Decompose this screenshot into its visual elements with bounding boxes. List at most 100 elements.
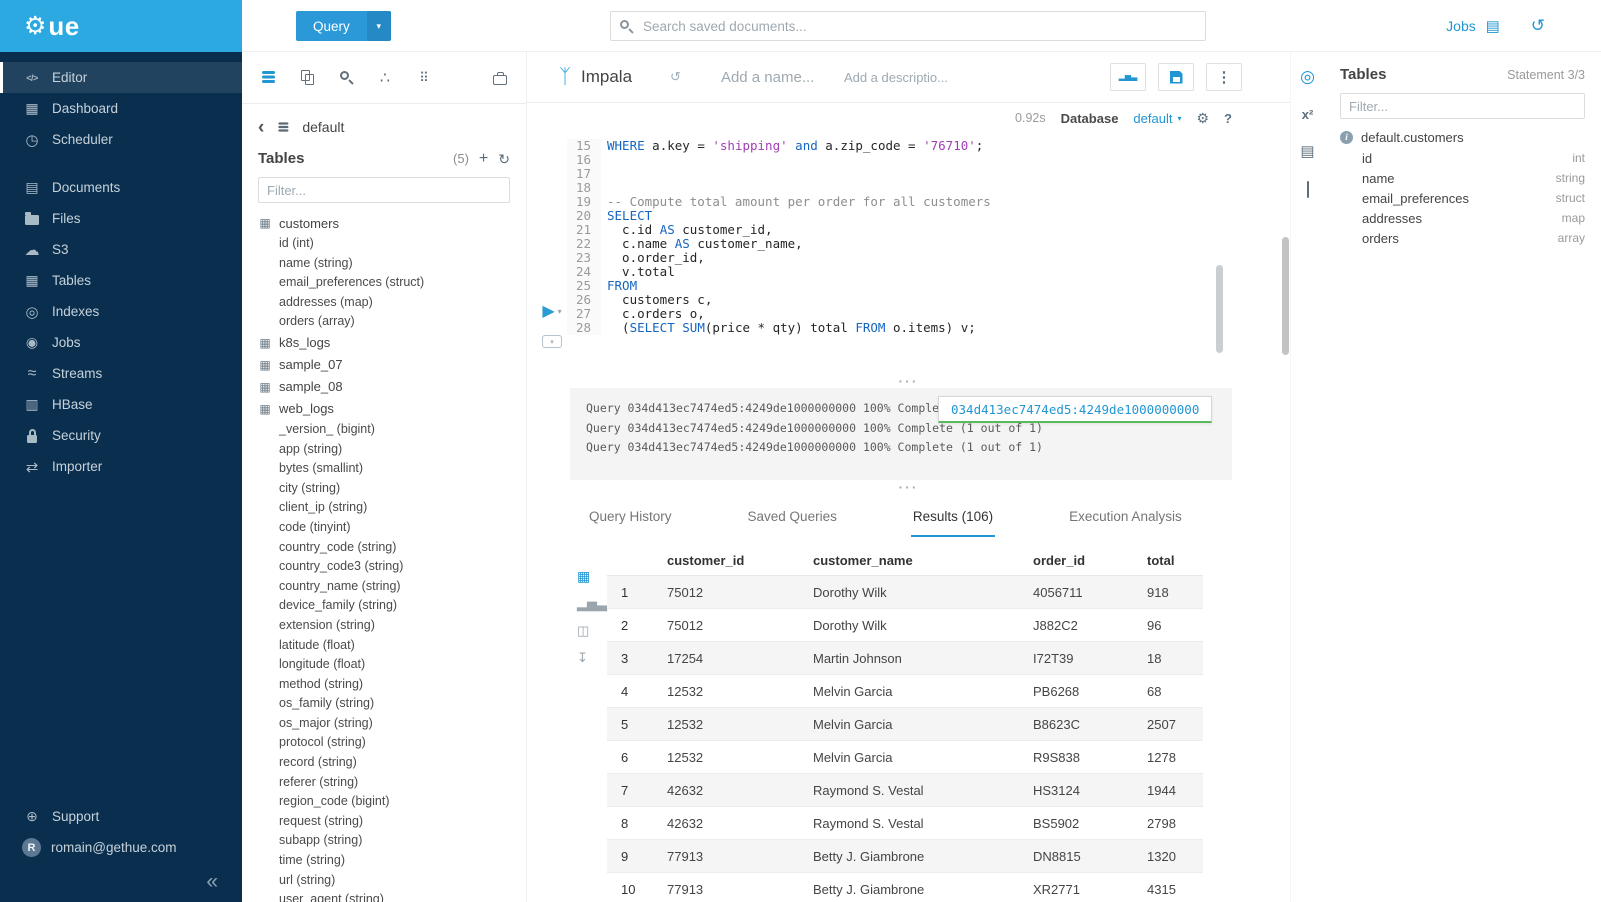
column-item[interactable]: orders (array) bbox=[258, 312, 510, 332]
schedule-calendar-icon[interactable] bbox=[1307, 182, 1309, 197]
column-item[interactable]: addresses (map) bbox=[258, 293, 510, 313]
column-item[interactable]: user_agent (string) bbox=[258, 890, 510, 902]
settings-gear-icon[interactable]: ⚙ bbox=[1196, 110, 1209, 127]
execute-button[interactable]: ▶▾ bbox=[542, 304, 561, 320]
table-item-k8s-logs[interactable]: ▦k8s_logs bbox=[258, 332, 510, 354]
new-query-button[interactable]: Query ▾ bbox=[296, 11, 391, 41]
column-item[interactable]: bytes (smallint) bbox=[258, 459, 510, 479]
tab-execution-analysis[interactable]: Execution Analysis bbox=[1067, 500, 1184, 537]
column-item[interactable]: longitude (float) bbox=[258, 655, 510, 675]
column-item[interactable]: region_code (bigint) bbox=[258, 792, 510, 812]
right-column-addresses[interactable]: addressesmap bbox=[1340, 208, 1585, 228]
table-row[interactable]: 275012Dorothy WilkJ882C296 bbox=[607, 609, 1203, 642]
table-row[interactable]: 612532Melvin GarciaR9S8381278 bbox=[607, 741, 1203, 774]
language-reference-icon[interactable]: ▤ bbox=[1300, 144, 1314, 159]
table-item-sample-07[interactable]: ▦sample_07 bbox=[258, 354, 510, 376]
column-header-order-id[interactable]: order_id bbox=[1023, 545, 1137, 576]
right-column-id[interactable]: idint bbox=[1340, 148, 1585, 168]
table-row[interactable]: 842632Raymond S. VestalBS59022798 bbox=[607, 807, 1203, 840]
databases-icon[interactable] bbox=[258, 70, 278, 86]
execute-options-caret-icon[interactable]: ▾ bbox=[558, 308, 562, 316]
sidebar-item-tables[interactable]: ▦Tables bbox=[0, 265, 242, 296]
column-item[interactable]: country_code (string) bbox=[258, 538, 510, 558]
table-filter-input[interactable] bbox=[258, 177, 510, 203]
documents-copy-icon[interactable] bbox=[297, 70, 317, 86]
sidebar-item-editor[interactable]: </>Editor bbox=[0, 62, 242, 93]
column-header-customer-id[interactable]: customer_id bbox=[657, 545, 803, 576]
right-column-email-preferences[interactable]: email_preferencesstruct bbox=[1340, 188, 1585, 208]
assistant-target-icon[interactable]: ◎ bbox=[1300, 68, 1315, 85]
sidebar-item-scheduler[interactable]: ◷Scheduler bbox=[0, 124, 242, 155]
table-row[interactable]: 175012Dorothy Wilk4056711918 bbox=[607, 576, 1203, 609]
grid-view-icon[interactable]: ▦ bbox=[577, 569, 590, 583]
column-item[interactable]: latitude (float) bbox=[258, 636, 510, 656]
column-item[interactable]: id (int) bbox=[258, 234, 510, 254]
columns-view-icon[interactable]: ◫ bbox=[577, 624, 589, 637]
column-item[interactable]: country_code3 (string) bbox=[258, 557, 510, 577]
table-item-web-logs[interactable]: ▦web_logs bbox=[258, 398, 510, 420]
column-item[interactable]: name (string) bbox=[258, 254, 510, 274]
active-table-item[interactable]: i default.customers bbox=[1340, 126, 1585, 148]
code-editor[interactable]: 15WHERE a.key = 'shipping' and a.zip_cod… bbox=[567, 139, 1290, 335]
column-item[interactable]: code (tinyint) bbox=[258, 518, 510, 538]
resize-handle-top[interactable] bbox=[527, 374, 1290, 388]
help-icon[interactable]: ? bbox=[1224, 111, 1232, 126]
table-row[interactable]: 317254Martin JohnsonI72T3918 bbox=[607, 642, 1203, 675]
column-item[interactable]: email_preferences (struct) bbox=[258, 273, 510, 293]
jobs-link[interactable]: Jobs ▤ bbox=[1446, 18, 1503, 34]
info-icon[interactable]: i bbox=[1340, 131, 1353, 144]
column-item[interactable]: device_family (string) bbox=[258, 596, 510, 616]
back-chevron-icon[interactable]: ‹ bbox=[258, 118, 264, 137]
column-item[interactable]: protocol (string) bbox=[258, 733, 510, 753]
right-column-orders[interactable]: ordersarray bbox=[1340, 228, 1585, 248]
sidebar-item-streams[interactable]: ≈Streams bbox=[0, 358, 242, 389]
database-select[interactable]: default ▾ bbox=[1133, 111, 1181, 126]
column-item[interactable]: record (string) bbox=[258, 753, 510, 773]
sidebar-item-documents[interactable]: ▤Documents bbox=[0, 172, 242, 203]
sidebar-item-dashboard[interactable]: ▦Dashboard bbox=[0, 93, 242, 124]
column-item[interactable]: referer (string) bbox=[258, 773, 510, 793]
sidebar-item-indexes[interactable]: ◎Indexes bbox=[0, 296, 242, 327]
right-column-name[interactable]: namestring bbox=[1340, 168, 1585, 188]
download-icon[interactable]: ↧ bbox=[577, 651, 588, 664]
column-item[interactable]: os_family (string) bbox=[258, 694, 510, 714]
column-item[interactable]: time (string) bbox=[258, 851, 510, 871]
column-item[interactable]: url (string) bbox=[258, 871, 510, 891]
query-dropdown-caret-icon[interactable]: ▾ bbox=[367, 11, 391, 41]
hue-logo[interactable]: ⚙ ue bbox=[0, 0, 242, 52]
table-row[interactable]: 412532Melvin GarciaPB626868 bbox=[607, 675, 1203, 708]
column-item[interactable]: city (string) bbox=[258, 479, 510, 499]
table-row[interactable]: 977913Betty J. GiambroneDN88151320 bbox=[607, 840, 1203, 873]
sidebar-item-support[interactable]: ⊕ Support bbox=[0, 801, 242, 832]
sidebar-item-hbase[interactable]: ▥HBase bbox=[0, 389, 242, 420]
save-button[interactable] bbox=[1158, 63, 1194, 91]
query-history-topbar-icon[interactable]: ↺ bbox=[1531, 16, 1545, 36]
job-id-popup[interactable]: 034d413ec7474ed5:4249de1000000000 bbox=[938, 396, 1212, 423]
tab-saved-queries[interactable]: Saved Queries bbox=[746, 500, 839, 537]
table-row[interactable]: 1077913Betty J. GiambroneXR27714315 bbox=[607, 873, 1203, 902]
database-breadcrumb[interactable]: ‹ default bbox=[258, 117, 510, 137]
query-description-input[interactable] bbox=[842, 69, 981, 86]
sidebar-item-files[interactable]: Files bbox=[0, 203, 242, 234]
column-header-total[interactable]: total bbox=[1137, 545, 1203, 576]
apps-grid-icon[interactable]: ⠿ bbox=[414, 70, 434, 86]
tab-results-106[interactable]: Results (106) bbox=[911, 500, 995, 537]
right-filter-input[interactable] bbox=[1340, 93, 1585, 119]
table-row[interactable]: 742632Raymond S. VestalHS31241944 bbox=[607, 774, 1203, 807]
snippet-history-icon[interactable]: ↺ bbox=[670, 69, 681, 85]
column-item[interactable]: country_name (string) bbox=[258, 577, 510, 597]
sidebar-item-security[interactable]: Security bbox=[0, 420, 242, 451]
column-item[interactable]: method (string) bbox=[258, 675, 510, 695]
search-input[interactable] bbox=[641, 18, 1194, 35]
sidebar-item-user[interactable]: R romain@gethue.com bbox=[0, 832, 242, 863]
table-row[interactable]: 512532Melvin GarciaB8623C2507 bbox=[607, 708, 1203, 741]
refresh-tables-icon[interactable]: ↻ bbox=[498, 152, 510, 166]
panel-scrollbar[interactable] bbox=[1282, 237, 1289, 355]
add-table-icon[interactable]: + bbox=[479, 151, 488, 167]
editor-scrollbar[interactable] bbox=[1216, 265, 1223, 353]
tab-query-history[interactable]: Query History bbox=[587, 500, 674, 537]
query-name-input[interactable] bbox=[719, 68, 828, 87]
search-source-icon[interactable] bbox=[336, 70, 356, 86]
column-item[interactable]: os_major (string) bbox=[258, 714, 510, 734]
sitemap-icon[interactable]: ∴ bbox=[375, 70, 395, 86]
